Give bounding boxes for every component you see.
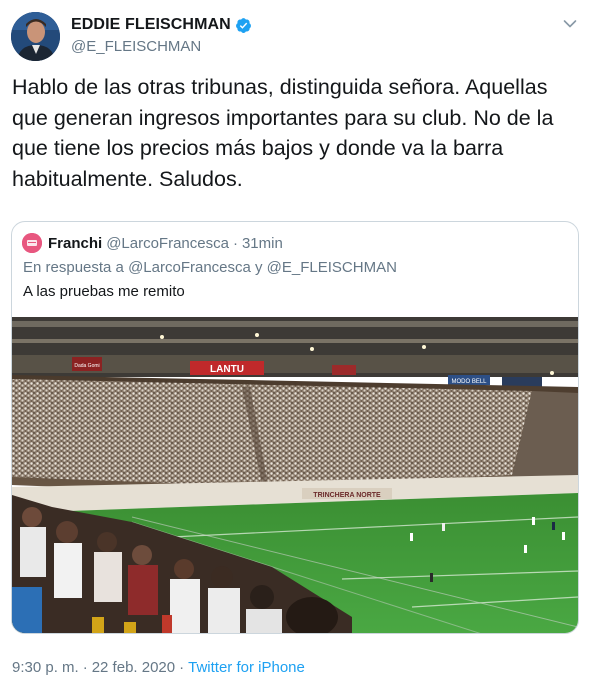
quoted-reply-context: En respuesta a @LarcoFrancesca y @E_FLEI… (23, 259, 397, 276)
author-name[interactable]: EDDIE FLEISCHMAN (71, 16, 231, 34)
quoted-header: Franchi @LarcoFrancesca · 31min (22, 233, 283, 253)
quoted-separator: · (232, 234, 238, 252)
tweet-footer: 9:30 p. m. · 22 feb. 2020 · Twitter for … (12, 659, 305, 676)
quoted-avatar[interactable] (22, 233, 42, 253)
crowd (12, 379, 532, 487)
author-block: EDDIE FLEISCHMAN @E_FLEISCHMAN (71, 15, 252, 55)
stadium-photo[interactable]: LANTU Dada Gomi MODO BELL TRINCHERA NORT… (12, 317, 578, 634)
author-name-row: EDDIE FLEISCHMAN (71, 15, 252, 35)
avatar-photo (11, 12, 60, 61)
modo-bell-sign: MODO BELL (451, 379, 487, 385)
footer-separator-2: · (179, 659, 185, 676)
quoted-timestamp[interactable]: 31min (242, 235, 283, 252)
trinchera-norte-sign: TRINCHERA NORTE (313, 492, 381, 499)
quoted-tweet[interactable]: Franchi @LarcoFrancesca · 31min En respu… (11, 221, 579, 634)
lantu-sign: LANTU (210, 364, 244, 375)
author-avatar[interactable] (11, 12, 60, 61)
quoted-author-name[interactable]: Franchi (48, 235, 102, 252)
tweet-time[interactable]: 9:30 p. m. (12, 659, 79, 676)
dada-gomi-sign: Dada Gomi (74, 363, 99, 369)
tweet-card: EDDIE FLEISCHMAN @E_FLEISCHMAN Hablo de … (0, 0, 590, 677)
chevron-down-icon[interactable] (562, 16, 578, 32)
author-handle[interactable]: @E_FLEISCHMAN (71, 38, 252, 55)
footer-separator-1: · (82, 659, 88, 676)
quoted-text: A las pruebas me remito (23, 283, 185, 300)
tweet-source-link[interactable]: Twitter for iPhone (188, 659, 305, 676)
tweet-date[interactable]: 22 feb. 2020 (92, 659, 175, 676)
quoted-author-handle[interactable]: @LarcoFrancesca (106, 235, 229, 252)
verified-badge-icon (235, 17, 251, 33)
tweet-text: Hablo de las otras tribunas, distinguida… (12, 75, 554, 191)
quoted-avatar-icon (22, 233, 42, 253)
